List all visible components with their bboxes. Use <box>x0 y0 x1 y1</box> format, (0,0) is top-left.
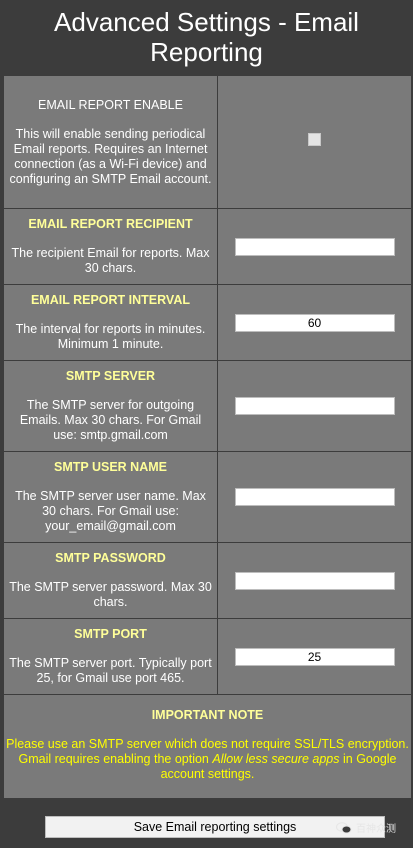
setting-title: EMAIL REPORT INTERVAL <box>30 293 191 307</box>
setting-value-cell <box>217 360 412 452</box>
setting-value-cell <box>217 75 412 209</box>
smtp-port-input[interactable] <box>234 647 395 666</box>
setting-description: The SMTP server user name. Max 30 chars.… <box>15 489 206 533</box>
setting-row-smtp-user-name: SMTP USER NAME The SMTP server user name… <box>3 451 412 543</box>
note-text-emphasis: Allow less secure apps <box>212 751 340 766</box>
setting-description: This will enable sending periodical Emai… <box>9 126 212 186</box>
watermark-text: 百神众测 <box>356 824 396 835</box>
important-note-text: Please use an SMTP server which does not… <box>6 737 409 782</box>
setting-value-cell <box>217 618 412 695</box>
setting-title: EMAIL REPORT RECIPIENT <box>28 217 193 231</box>
email-report-enable-checkbox[interactable] <box>308 133 321 146</box>
setting-description: The SMTP server for outgoing Emails. Max… <box>19 398 202 442</box>
setting-row-smtp-server: SMTP SERVER The SMTP server for outgoing… <box>3 360 412 452</box>
setting-row-smtp-password: SMTP PASSWORD The SMTP server password. … <box>3 542 412 619</box>
setting-row-smtp-port: SMTP PORT The SMTP server port. Typicall… <box>3 618 412 695</box>
setting-value-cell <box>217 284 412 361</box>
setting-description: The interval for reports in minutes. Min… <box>15 322 206 351</box>
wechat-icon <box>336 821 352 833</box>
email-report-recipient-input[interactable] <box>234 237 395 256</box>
important-note-title: IMPORTANT NOTE <box>151 707 264 722</box>
page-title: Advanced Settings - Email Reporting <box>54 7 359 67</box>
smtp-user-name-input[interactable] <box>234 488 395 506</box>
setting-description: The SMTP server password. Max 30 chars. <box>9 580 212 609</box>
email-report-interval-input[interactable] <box>234 313 395 332</box>
setting-label-cell: SMTP SERVER The SMTP server for outgoing… <box>3 360 218 452</box>
setting-label-cell: EMAIL REPORT RECIPIENT The recipient Ema… <box>3 208 218 285</box>
setting-title: EMAIL REPORT ENABLE <box>38 97 183 112</box>
setting-value-cell <box>217 208 412 285</box>
setting-value-cell <box>217 542 412 619</box>
setting-label-cell: EMAIL REPORT INTERVAL The interval for r… <box>3 284 218 361</box>
setting-row-email-report-interval: EMAIL REPORT INTERVAL The interval for r… <box>3 284 412 361</box>
smtp-server-input[interactable] <box>234 397 395 415</box>
setting-title: SMTP USER NAME <box>54 460 167 474</box>
setting-row-email-report-recipient: EMAIL REPORT RECIPIENT The recipient Ema… <box>3 208 412 285</box>
setting-title: SMTP PORT <box>74 627 147 641</box>
important-note: IMPORTANT NOTE Please use an SMTP server… <box>3 694 412 799</box>
watermark: 百神众测 <box>336 820 396 835</box>
smtp-password-input[interactable] <box>234 571 395 590</box>
important-note-row: IMPORTANT NOTE Please use an SMTP server… <box>3 694 412 799</box>
settings-table: EMAIL REPORT ENABLE This will enable sen… <box>3 75 412 799</box>
setting-value-cell <box>217 451 412 543</box>
setting-description: The SMTP server port. Typically port 25,… <box>9 656 212 685</box>
setting-title: SMTP PASSWORD <box>55 551 166 565</box>
setting-label-cell: EMAIL REPORT ENABLE This will enable sen… <box>3 75 218 209</box>
setting-label-cell: SMTP USER NAME The SMTP server user name… <box>3 451 218 543</box>
setting-label-cell: SMTP PORT The SMTP server port. Typicall… <box>3 618 218 695</box>
setting-row-email-report-enable: EMAIL REPORT ENABLE This will enable sen… <box>3 75 412 209</box>
setting-label-cell: SMTP PASSWORD The SMTP server password. … <box>3 542 218 619</box>
setting-title: SMTP SERVER <box>65 369 156 383</box>
save-email-settings-button[interactable]: Save Email reporting settings <box>45 816 385 838</box>
setting-description: The recipient Email for reports. Max 30 … <box>11 246 210 275</box>
